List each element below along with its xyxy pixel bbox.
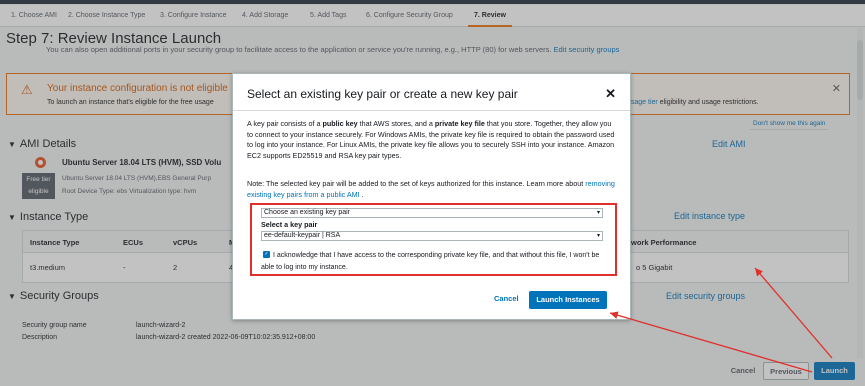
annotation-arrow (609, 311, 813, 373)
annotation-arrows (609, 267, 833, 373)
annotation-arrow (754, 267, 833, 359)
